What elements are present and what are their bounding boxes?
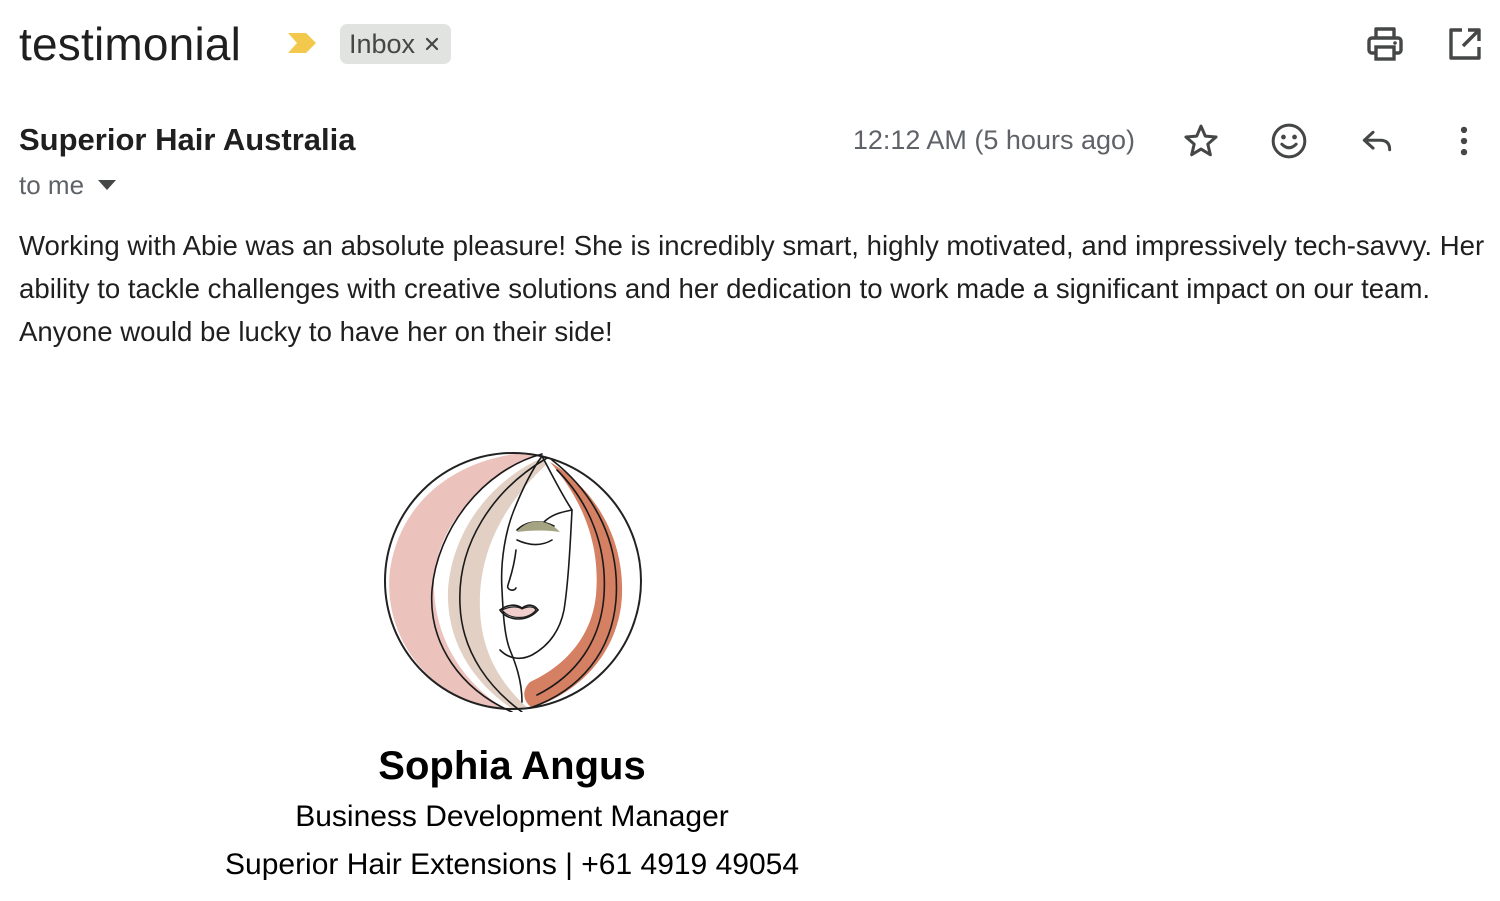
- importance-marker-icon[interactable]: [286, 30, 318, 56]
- email-body: Working with Abie was an absolute pleasu…: [19, 230, 1485, 347]
- print-button[interactable]: [1365, 24, 1405, 64]
- open-in-new-window-button[interactable]: [1445, 24, 1485, 64]
- recipient-details-toggle[interactable]: to me: [19, 168, 117, 202]
- reply-icon: [1362, 130, 1392, 152]
- add-reaction-button[interactable]: [1266, 118, 1312, 164]
- print-icon: [1367, 27, 1403, 61]
- email-subject: testimonial: [19, 18, 242, 70]
- recipient-label: to me: [19, 169, 85, 200]
- inbox-label-text: Inbox: [349, 28, 416, 59]
- more-options-button[interactable]: [1441, 118, 1487, 164]
- emoji-reaction-icon: [1271, 123, 1307, 159]
- remove-label-icon[interactable]: [423, 35, 441, 53]
- email-timestamp: 12:12 AM (5 hours ago): [852, 125, 1135, 155]
- open-in-new-window-icon: [1449, 28, 1481, 60]
- signature-name: Sophia Angus: [378, 744, 646, 788]
- more-vertical-icon: [1460, 126, 1468, 156]
- signature-title: Business Development Manager: [295, 800, 729, 833]
- sender-name[interactable]: Superior Hair Australia: [19, 120, 356, 160]
- company-logo: [384, 452, 642, 712]
- star-button[interactable]: [1178, 118, 1224, 164]
- chevron-down-icon: [98, 180, 117, 190]
- signature-company-phone: Superior Hair Extensions | +61 4919 4905…: [225, 848, 799, 881]
- star-icon: [1184, 124, 1218, 157]
- inbox-label-chip: Inbox: [340, 24, 451, 64]
- reply-button[interactable]: [1354, 118, 1400, 164]
